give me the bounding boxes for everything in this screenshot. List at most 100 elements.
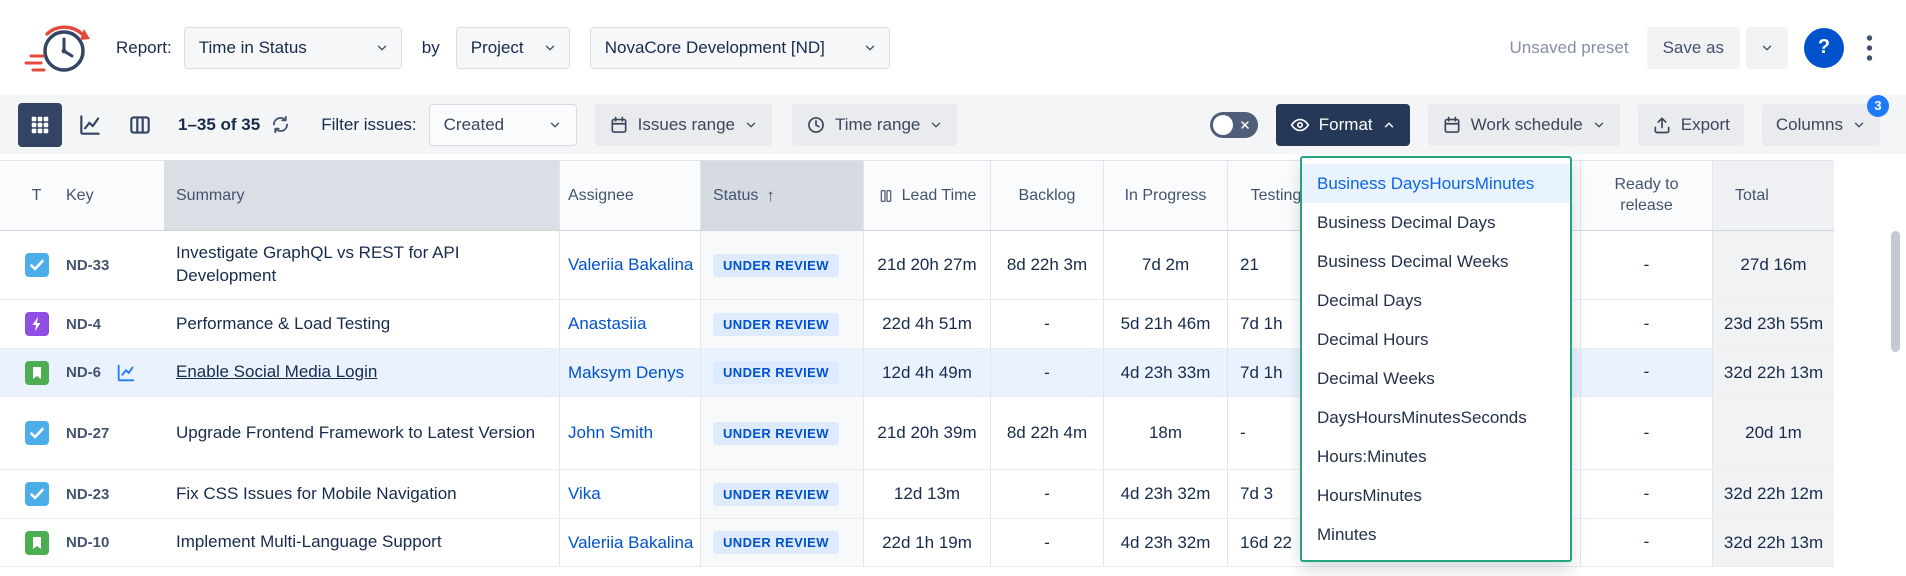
- more-menu-button[interactable]: [1856, 28, 1882, 68]
- header-status[interactable]: Status ↑: [700, 161, 863, 230]
- assignee-cell[interactable]: Maksym Denys: [559, 349, 700, 396]
- issue-key: ND-6: [66, 364, 101, 381]
- header-backlog[interactable]: Backlog: [990, 161, 1103, 230]
- in-progress-cell: 18m: [1103, 397, 1227, 469]
- chevron-down-icon: [863, 41, 877, 55]
- by-label: by: [422, 38, 440, 58]
- issue-summary-cell[interactable]: Enable Social Media Login: [164, 349, 559, 396]
- status-badge: UNDER REVIEW: [713, 254, 839, 277]
- issue-summary: Fix CSS Issues for Mobile Navigation: [176, 483, 457, 506]
- assignee-link: John Smith: [568, 423, 653, 443]
- export-button[interactable]: Export: [1638, 104, 1744, 146]
- issue-type-cell: [15, 349, 58, 396]
- story-icon: [25, 361, 49, 385]
- chevron-down-icon: [1592, 118, 1606, 132]
- group-by-select[interactable]: Project: [456, 27, 570, 69]
- assignee-cell[interactable]: Anastasiia: [559, 300, 700, 348]
- format-option[interactable]: Business Decimal Days: [1302, 203, 1570, 242]
- unsaved-preset-label: Unsaved preset: [1509, 38, 1628, 58]
- header-summary[interactable]: Summary: [164, 161, 559, 230]
- ready-to-release-cell: -: [1580, 470, 1712, 518]
- chevron-down-icon: [1760, 41, 1774, 55]
- assignee-cell[interactable]: Valeriia Bakalina: [559, 231, 700, 299]
- issue-summary-cell: Upgrade Frontend Framework to Latest Ver…: [164, 397, 559, 469]
- time-range-button[interactable]: Time range: [792, 104, 957, 146]
- report-type-select[interactable]: Time in Status: [184, 27, 402, 69]
- created-filter-select[interactable]: Created: [429, 104, 577, 146]
- backlog-cell: -: [990, 519, 1103, 566]
- format-option[interactable]: Decimal Days: [1302, 281, 1570, 320]
- issue-key-cell: ND-27: [58, 397, 164, 469]
- header-total[interactable]: Total: [1712, 161, 1834, 230]
- filter-issues-label: Filter issues:: [321, 115, 416, 135]
- backlog-cell: 8d 22h 4m: [990, 397, 1103, 469]
- chevron-down-icon: [375, 41, 389, 55]
- calendar-icon: [609, 115, 629, 135]
- format-option[interactable]: DaysHoursMinutesSeconds: [1302, 398, 1570, 437]
- board-columns-icon: [127, 112, 153, 138]
- calendar-icon: [1442, 115, 1462, 135]
- issue-key: ND-27: [66, 425, 109, 442]
- status-badge: UNDER REVIEW: [713, 313, 839, 336]
- issue-key: ND-23: [66, 486, 109, 503]
- issue-key-cell: ND-6: [58, 349, 164, 396]
- export-icon: [1652, 115, 1672, 135]
- columns-pair-icon: [878, 188, 894, 204]
- assignee-cell[interactable]: Valeriia Bakalina: [559, 519, 700, 566]
- issue-type-cell: [15, 231, 58, 299]
- format-option[interactable]: Hours:Minutes: [1302, 437, 1570, 476]
- assignee-link: Anastasiia: [568, 314, 646, 334]
- line-chart-icon: [77, 112, 103, 138]
- format-option-selected[interactable]: Business DaysHoursMinutes: [1302, 164, 1570, 203]
- format-option[interactable]: Decimal Weeks: [1302, 359, 1570, 398]
- compact-view-toggle[interactable]: [1210, 112, 1258, 138]
- assignee-cell[interactable]: Vika: [559, 470, 700, 518]
- status-cell: UNDER REVIEW: [700, 470, 863, 518]
- assignee-cell[interactable]: John Smith: [559, 397, 700, 469]
- header-in-progress[interactable]: In Progress: [1103, 161, 1227, 230]
- header-assignee[interactable]: Assignee: [559, 161, 700, 230]
- format-option[interactable]: Decimal Hours: [1302, 320, 1570, 359]
- ready-to-release-cell: -: [1580, 231, 1712, 299]
- board-view-button[interactable]: [118, 103, 162, 147]
- columns-button[interactable]: Columns 3: [1762, 104, 1880, 146]
- backlog-cell: -: [990, 349, 1103, 396]
- save-as-button[interactable]: Save as: [1647, 27, 1740, 69]
- work-schedule-button[interactable]: Work schedule: [1428, 104, 1620, 146]
- status-badge: UNDER REVIEW: [713, 361, 839, 384]
- format-option[interactable]: Business Decimal Weeks: [1302, 242, 1570, 281]
- vertical-scrollbar[interactable]: [1891, 160, 1900, 576]
- header-key[interactable]: Key: [58, 161, 164, 230]
- assignee-link: Maksym Denys: [568, 363, 684, 383]
- issue-key: ND-4: [66, 316, 101, 333]
- refresh-button[interactable]: [270, 114, 291, 135]
- lead-time-cell: 22d 4h 51m: [863, 300, 990, 348]
- save-as-dropdown-button[interactable]: [1746, 27, 1788, 69]
- status-cell: UNDER REVIEW: [700, 231, 863, 299]
- total-cell: 20d 1m: [1712, 397, 1834, 469]
- header-lead-time[interactable]: Lead Time: [863, 161, 990, 230]
- issue-key-cell: ND-10: [58, 519, 164, 566]
- format-button[interactable]: Format: [1276, 104, 1410, 146]
- sort-ascending-icon: ↑: [766, 186, 775, 206]
- help-button[interactable]: ?: [1804, 28, 1844, 68]
- scrollbar-thumb[interactable]: [1891, 231, 1900, 352]
- row-chart-icon[interactable]: [115, 362, 137, 384]
- group-by-value: Project: [471, 38, 524, 58]
- task-icon: [25, 421, 49, 445]
- chart-view-button[interactable]: [68, 103, 112, 147]
- header-type[interactable]: T: [15, 161, 58, 230]
- table-view-button[interactable]: [18, 103, 62, 147]
- format-option[interactable]: HoursMinutes: [1302, 476, 1570, 515]
- issue-summary: Upgrade Frontend Framework to Latest Ver…: [176, 422, 535, 445]
- issues-range-button[interactable]: Issues range: [595, 104, 772, 146]
- format-menu: Business DaysHoursMinutesBusiness Decima…: [1300, 156, 1572, 562]
- issue-type-cell: [15, 397, 58, 469]
- header-ready-to-release[interactable]: Ready to release: [1580, 161, 1712, 230]
- clock-icon: [806, 115, 826, 135]
- chevron-down-icon: [744, 118, 758, 132]
- issue-key: ND-10: [66, 534, 109, 551]
- project-select[interactable]: NovaCore Development [ND]: [590, 27, 890, 69]
- format-option[interactable]: Minutes: [1302, 515, 1570, 554]
- toolbar: 1–35 of 35 Filter issues: Created Issues…: [0, 95, 1906, 154]
